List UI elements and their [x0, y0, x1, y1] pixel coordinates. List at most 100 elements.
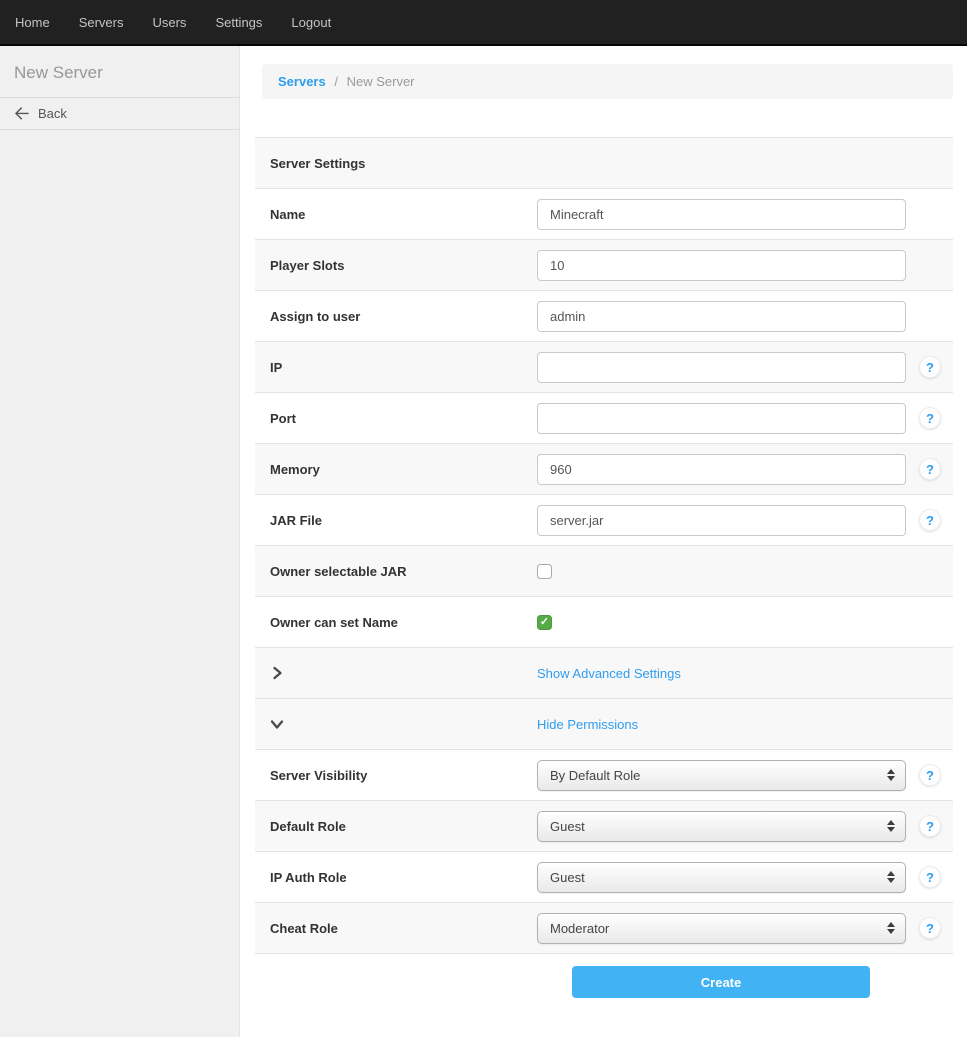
form-row-owner-selectable-jar: Owner selectable JAR: [255, 546, 953, 597]
select-stepper-icon: [887, 769, 895, 781]
assign-to-user-label: Assign to user: [255, 309, 537, 324]
default-role-help-cell: ?: [907, 815, 953, 837]
nav-item-users[interactable]: Users: [152, 15, 186, 30]
ip-control-cell: [537, 352, 907, 383]
ip-auth-role-selected-value: Guest: [550, 870, 585, 885]
ip-auth-role-label: IP Auth Role: [255, 870, 537, 885]
select-stepper-icon: [887, 871, 895, 883]
stepper-down-arrow: [887, 929, 895, 934]
cheat-role-help-cell: ?: [907, 917, 953, 939]
help-icon[interactable]: ?: [919, 866, 941, 888]
memory-control-cell: [537, 454, 907, 485]
owner-selectable-jar-control-cell: [537, 564, 907, 579]
form-row-ip: IP?: [255, 342, 953, 393]
memory-input[interactable]: [537, 454, 906, 485]
check-icon: ✓: [540, 617, 549, 628]
section-header: Server Settings: [255, 156, 537, 171]
ip-auth-role-help-cell: ?: [907, 866, 953, 888]
nav-item-home[interactable]: Home: [15, 15, 50, 30]
chevron-right-icon[interactable]: [270, 666, 537, 680]
select-stepper-icon: [887, 820, 895, 832]
memory-label: Memory: [255, 462, 537, 477]
back-button[interactable]: Back: [0, 98, 239, 130]
breadcrumb-separator: /: [334, 74, 338, 89]
stepper-down-arrow: [887, 776, 895, 781]
name-control-cell: [537, 199, 907, 230]
form-row-player-slots: Player Slots: [255, 240, 953, 291]
player-slots-input[interactable]: [537, 250, 906, 281]
toggle-link-cell: Show Advanced Settings: [537, 666, 907, 681]
chevron-down-icon[interactable]: [270, 717, 537, 731]
form-table: Server Settings Name Player Slots Assign to…: [255, 137, 953, 954]
advanced-settings-toggle-link[interactable]: Show Advanced Settings: [537, 666, 681, 681]
top-navbar: Home Servers Users Settings Logout: [0, 0, 967, 46]
form-row-server-settings: Server Settings: [255, 138, 953, 189]
assign-to-user-input[interactable]: [537, 301, 906, 332]
nav-item-settings[interactable]: Settings: [215, 15, 262, 30]
owner-selectable-jar-label: Owner selectable JAR: [255, 564, 537, 579]
name-input[interactable]: [537, 199, 906, 230]
breadcrumb: Servers / New Server: [262, 64, 953, 99]
owner-can-set-name-label: Owner can set Name: [255, 615, 537, 630]
help-icon[interactable]: ?: [919, 356, 941, 378]
stepper-up-arrow: [887, 820, 895, 825]
nav-item-logout[interactable]: Logout: [291, 15, 331, 30]
help-icon[interactable]: ?: [919, 458, 941, 480]
ip-input[interactable]: [537, 352, 906, 383]
form-row-jar-file: JAR File?: [255, 495, 953, 546]
form-row-assign-to-user: Assign to user: [255, 291, 953, 342]
default-role-select[interactable]: Guest: [537, 811, 906, 842]
arrow-left-icon: [14, 106, 29, 121]
form-row-ip-auth-role: IP Auth Role Guest?: [255, 852, 953, 903]
stepper-down-arrow: [887, 878, 895, 883]
owner-can-set-name-checkbox[interactable]: ✓: [537, 615, 552, 630]
ip-label: IP: [255, 360, 537, 375]
form-row-permissions-toggle[interactable]: Hide Permissions: [255, 699, 953, 750]
server-visibility-selected-value: By Default Role: [550, 768, 640, 783]
permissions-toggle-link[interactable]: Hide Permissions: [537, 717, 638, 732]
ip-auth-role-select[interactable]: Guest: [537, 862, 906, 893]
help-icon[interactable]: ?: [919, 764, 941, 786]
page-layout: New Server Back Servers / New Server Ser…: [0, 46, 967, 1037]
cheat-role-label: Cheat Role: [255, 921, 537, 936]
nav-item-servers[interactable]: Servers: [79, 15, 124, 30]
ip-auth-role-control-cell: Guest: [537, 862, 907, 893]
jar-file-help-cell: ?: [907, 509, 953, 531]
ip-help-cell: ?: [907, 356, 953, 378]
port-input[interactable]: [537, 403, 906, 434]
main-content: Servers / New Server Server Settings Name…: [240, 46, 967, 1037]
help-icon[interactable]: ?: [919, 407, 941, 429]
server-visibility-label: Server Visibility: [255, 768, 537, 783]
page-title: New Server: [0, 46, 239, 98]
breadcrumb-current: New Server: [347, 74, 415, 89]
toggle-chevron-cell: [255, 666, 537, 680]
jar-file-input[interactable]: [537, 505, 906, 536]
stepper-up-arrow: [887, 922, 895, 927]
help-icon[interactable]: ?: [919, 509, 941, 531]
breadcrumb-servers-link[interactable]: Servers: [278, 74, 326, 89]
form-row-memory: Memory?: [255, 444, 953, 495]
back-label: Back: [38, 106, 67, 121]
default-role-control-cell: Guest: [537, 811, 907, 842]
default-role-selected-value: Guest: [550, 819, 585, 834]
form-row-port: Port?: [255, 393, 953, 444]
sidebar: New Server Back: [0, 46, 240, 1037]
server-visibility-select[interactable]: By Default Role: [537, 760, 906, 791]
create-button[interactable]: Create: [572, 966, 870, 998]
form-row-default-role: Default RoleGuest?: [255, 801, 953, 852]
cheat-role-selected-value: Moderator: [550, 921, 609, 936]
memory-help-cell: ?: [907, 458, 953, 480]
stepper-up-arrow: [887, 871, 895, 876]
select-stepper-icon: [887, 922, 895, 934]
player-slots-label: Player Slots: [255, 258, 537, 273]
cheat-role-select[interactable]: Moderator: [537, 913, 906, 944]
help-icon[interactable]: ?: [919, 815, 941, 837]
owner-selectable-jar-checkbox[interactable]: [537, 564, 552, 579]
toggle-chevron-cell: [255, 717, 537, 731]
form-row-server-visibility: Server Visibility By Default Role?: [255, 750, 953, 801]
help-icon[interactable]: ?: [919, 917, 941, 939]
name-label: Name: [255, 207, 537, 222]
port-help-cell: ?: [907, 407, 953, 429]
toggle-link-cell: Hide Permissions: [537, 717, 907, 732]
form-row-advanced-settings-toggle[interactable]: Show Advanced Settings: [255, 648, 953, 699]
